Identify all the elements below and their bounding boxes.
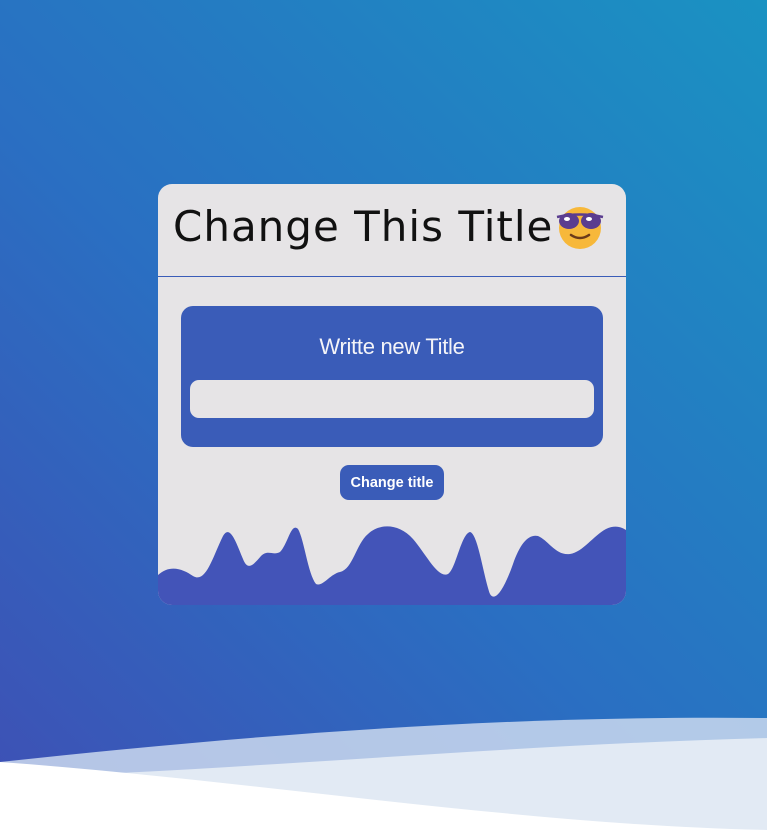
background-waves bbox=[0, 717, 767, 836]
change-title-button[interactable]: Change title bbox=[340, 465, 444, 500]
card-header: Change This Title bbox=[158, 184, 626, 277]
input-panel: Writte new Title bbox=[181, 306, 603, 447]
title-card: Change This Title Writte new Title Chang… bbox=[158, 184, 626, 605]
card-wave-decoration bbox=[158, 526, 626, 605]
page-title: Change This Title bbox=[173, 202, 554, 251]
smiling-face-with-sunglasses-icon bbox=[556, 207, 604, 249]
input-label: Writte new Title bbox=[319, 334, 465, 359]
new-title-input[interactable] bbox=[190, 380, 594, 418]
